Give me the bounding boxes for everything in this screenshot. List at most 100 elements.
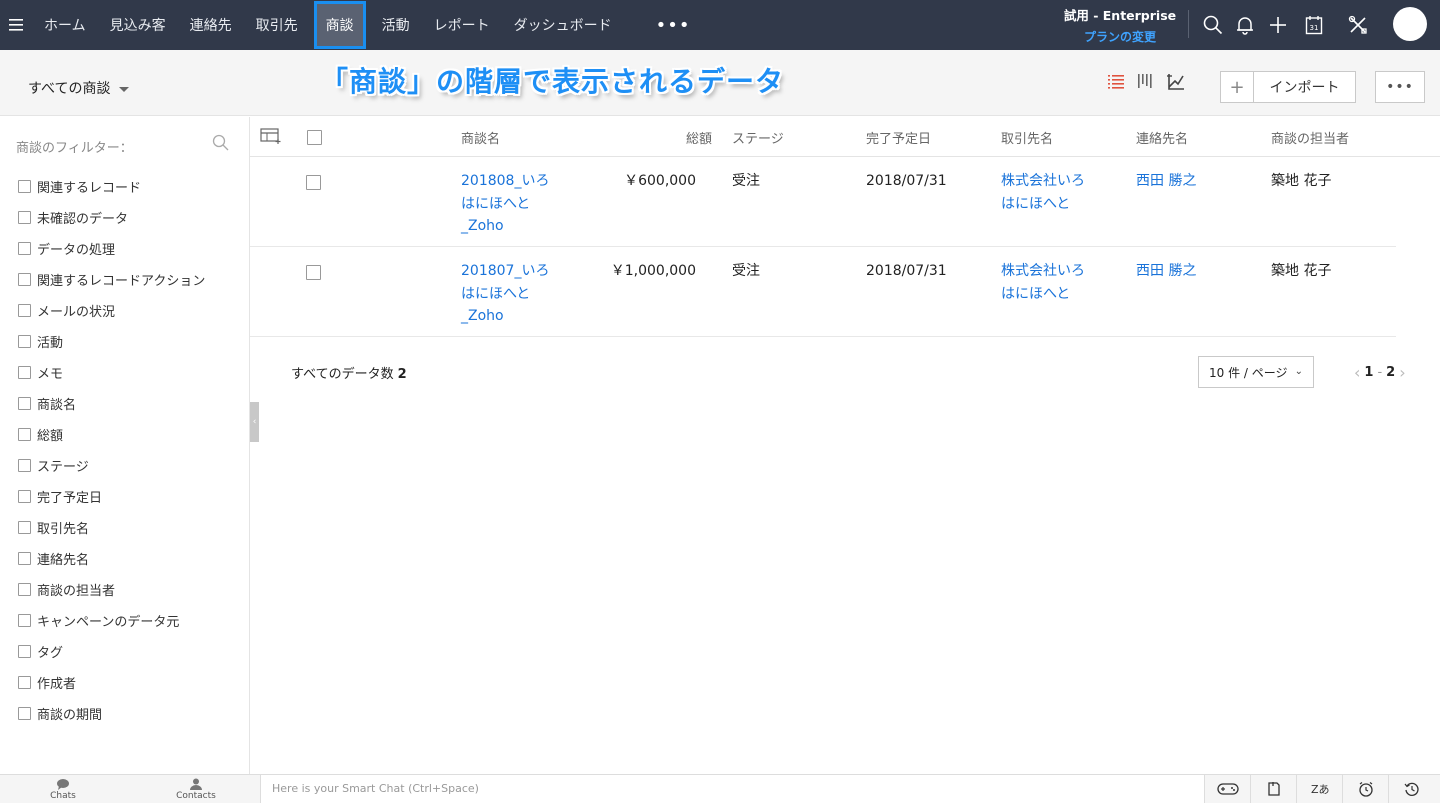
filter-item[interactable]: 関連するレコード: [18, 171, 205, 202]
collapse-sidebar-handle[interactable]: ‹: [250, 402, 259, 442]
filter-sidebar: 商談のフィルター： 関連するレコード 未確認のデータ データの処理 関連するレコードア…: [0, 117, 250, 774]
add-deal-button[interactable]: +: [1220, 71, 1254, 103]
filter-checkbox[interactable]: [18, 521, 31, 534]
gamepad-icon[interactable]: [1204, 775, 1250, 803]
history-icon[interactable]: [1388, 775, 1434, 803]
filter-label: メールの状況: [37, 305, 116, 320]
filter-checkbox[interactable]: [18, 397, 31, 410]
filter-checkbox[interactable]: [18, 676, 31, 689]
kanban-view-icon[interactable]: [1136, 72, 1156, 92]
setup-tools-icon[interactable]: [1345, 12, 1371, 38]
column-header-deal-owner[interactable]: 商談の担当者: [1271, 128, 1349, 147]
column-header-stage[interactable]: ステージ: [732, 128, 784, 147]
row-checkbox[interactable]: [306, 265, 321, 280]
view-selector[interactable]: すべての商談: [28, 78, 130, 98]
chats-button[interactable]: Chats: [33, 778, 93, 801]
column-header-amount[interactable]: 総額: [686, 128, 712, 147]
filter-item[interactable]: 関連するレコードアクション: [18, 264, 205, 295]
filter-item[interactable]: メールの状況: [18, 295, 205, 326]
filter-item[interactable]: キャンペーンのデータ元: [18, 605, 205, 636]
records-per-page-select[interactable]: 10 件 / ページ ⌄: [1198, 356, 1314, 388]
column-header-closing-date[interactable]: 完了予定日: [866, 128, 931, 147]
calendar-icon[interactable]: 31: [1301, 12, 1327, 38]
translate-icon[interactable]: Zあ: [1296, 775, 1342, 803]
filter-item[interactable]: データの処理: [18, 233, 205, 264]
filter-item[interactable]: 活動: [18, 326, 205, 357]
contacts-button[interactable]: Contacts: [166, 778, 226, 801]
filter-item[interactable]: 商談の期間: [18, 698, 205, 729]
search-icon[interactable]: [212, 134, 229, 155]
row-checkbox[interactable]: [306, 175, 321, 190]
filter-label: 商談の期間: [37, 708, 103, 723]
search-icon[interactable]: [1200, 12, 1226, 38]
nav-item-home[interactable]: ホーム: [32, 0, 98, 50]
filter-checkbox[interactable]: [18, 304, 31, 317]
filter-item[interactable]: 商談名: [18, 388, 205, 419]
contact-name-link[interactable]: 西田 勝之: [1136, 260, 1196, 283]
account-name-link[interactable]: 株式会社いろ はにほへと: [1001, 170, 1101, 215]
filter-item[interactable]: 作成者: [18, 667, 205, 698]
filter-item[interactable]: タグ: [18, 636, 205, 667]
filter-checkbox[interactable]: [18, 552, 31, 565]
nav-item-accounts[interactable]: 取引先: [244, 0, 310, 50]
amount-cell: ￥1,000,000: [610, 263, 696, 279]
plus-icon[interactable]: [1265, 12, 1291, 38]
filter-checkbox[interactable]: [18, 707, 31, 720]
filter-label: 関連するレコード: [37, 181, 142, 196]
filter-item[interactable]: 完了予定日: [18, 481, 205, 512]
filter-item[interactable]: 総額: [18, 419, 205, 450]
more-actions-button[interactable]: •••: [1375, 71, 1425, 103]
nav-item-contacts[interactable]: 連絡先: [178, 0, 244, 50]
notes-icon[interactable]: [1250, 775, 1296, 803]
filter-item[interactable]: メモ: [18, 357, 205, 388]
filter-item[interactable]: 未確認のデータ: [18, 202, 205, 233]
filter-checkbox[interactable]: [18, 273, 31, 286]
plan-change-link[interactable]: プランの変更: [1060, 28, 1180, 45]
total-count: 2: [397, 367, 407, 382]
next-page-icon[interactable]: ›: [1399, 363, 1405, 382]
import-button[interactable]: インポート: [1253, 71, 1356, 103]
filter-checkbox[interactable]: [18, 180, 31, 193]
menu-icon[interactable]: [0, 0, 32, 50]
column-settings-icon[interactable]: [260, 128, 282, 148]
column-header-account-name[interactable]: 取引先名: [1001, 128, 1053, 147]
chart-view-icon[interactable]: [1166, 72, 1186, 92]
prev-page-icon[interactable]: ‹: [1354, 363, 1360, 382]
bell-icon[interactable]: [1232, 12, 1258, 38]
column-header-contact-name[interactable]: 連絡先名: [1136, 128, 1188, 147]
nav-more-button[interactable]: •••: [642, 15, 705, 36]
nav-item-leads[interactable]: 見込み客: [98, 0, 178, 50]
filter-label: ステージ: [37, 460, 89, 475]
table-row[interactable]: 201808_いろ はにほへと _Zoho ￥600,000 受注 2018/0…: [250, 157, 1396, 247]
select-all-checkbox[interactable]: [307, 130, 322, 145]
filter-checkbox[interactable]: [18, 490, 31, 503]
table-row[interactable]: 201807_いろ はにほへと _Zoho ￥1,000,000 受注 2018…: [250, 247, 1396, 337]
filter-checkbox[interactable]: [18, 366, 31, 379]
filter-item[interactable]: 連絡先名: [18, 543, 205, 574]
nav-item-dashboards[interactable]: ダッシュボード: [502, 0, 624, 50]
alarm-clock-icon[interactable]: [1342, 775, 1388, 803]
user-avatar[interactable]: [1393, 7, 1427, 41]
nav-item-reports[interactable]: レポート: [422, 0, 502, 50]
list-view-icon[interactable]: [1107, 72, 1127, 92]
filter-checkbox[interactable]: [18, 211, 31, 224]
deal-name-link[interactable]: 201807_いろ はにほへと _Zoho: [461, 260, 561, 328]
filter-checkbox[interactable]: [18, 335, 31, 348]
filter-checkbox[interactable]: [18, 645, 31, 658]
contact-name-link[interactable]: 西田 勝之: [1136, 170, 1196, 193]
nav-item-activities[interactable]: 活動: [370, 0, 422, 50]
filter-item[interactable]: 商談の担当者: [18, 574, 205, 605]
filter-item[interactable]: ステージ: [18, 450, 205, 481]
deal-name-line: はにほへと: [461, 285, 531, 302]
nav-item-deals[interactable]: 商談: [313, 0, 366, 50]
column-header-deal-name[interactable]: 商談名: [461, 128, 500, 147]
smart-chat-input[interactable]: Here is your Smart Chat (Ctrl+Space): [260, 775, 1204, 803]
filter-checkbox[interactable]: [18, 428, 31, 441]
account-name-link[interactable]: 株式会社いろ はにほへと: [1001, 260, 1101, 305]
filter-checkbox[interactable]: [18, 614, 31, 627]
filter-checkbox[interactable]: [18, 242, 31, 255]
deal-name-link[interactable]: 201808_いろ はにほへと _Zoho: [461, 170, 561, 238]
filter-checkbox[interactable]: [18, 583, 31, 596]
filter-checkbox[interactable]: [18, 459, 31, 472]
filter-item[interactable]: 取引先名: [18, 512, 205, 543]
